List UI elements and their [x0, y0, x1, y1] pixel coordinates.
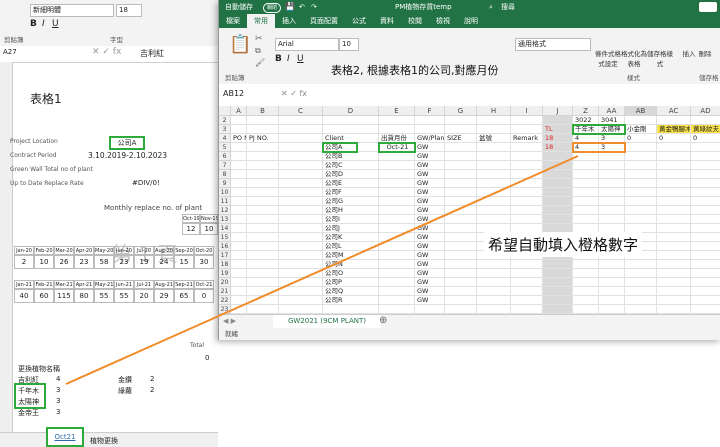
orange-arrow-line [65, 155, 579, 385]
connector-line [65, 155, 579, 385]
